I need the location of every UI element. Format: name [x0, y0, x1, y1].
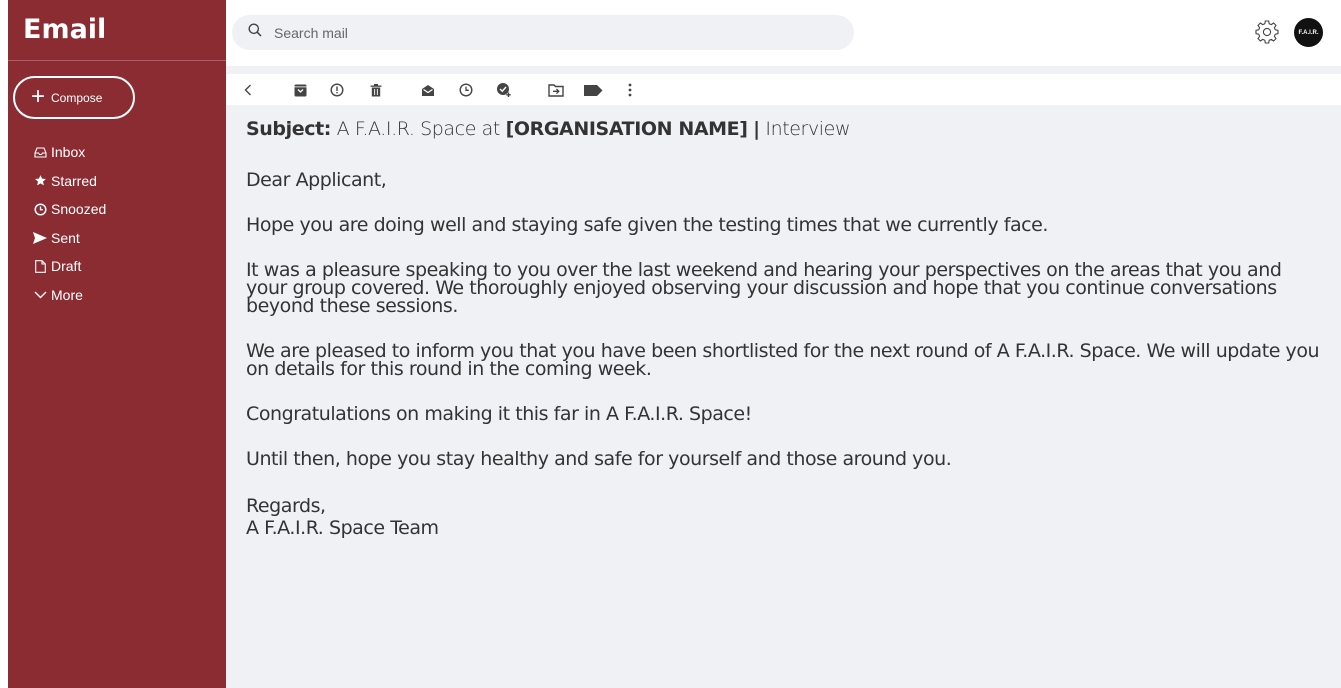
report-spam-icon[interactable]	[327, 80, 347, 100]
sidebar-item-sent[interactable]: Sent	[32, 224, 106, 253]
sidebar-item-snoozed[interactable]: Snoozed	[32, 195, 106, 224]
move-to-icon[interactable]	[546, 80, 566, 100]
sidebar: Email + Compose Inbox Starred Snoozed Se…	[8, 0, 226, 688]
paragraph: Congratulations on making it this far in…	[246, 403, 752, 425]
avatar[interactable]: F.A.I.R.	[1294, 18, 1323, 47]
sidebar-item-label: Draft	[51, 258, 82, 275]
label-icon[interactable]	[583, 80, 603, 100]
sidebar-nav: Inbox Starred Snoozed Sent Draft More	[32, 138, 106, 309]
sidebar-item-label: Starred	[51, 172, 97, 189]
delete-icon[interactable]	[366, 80, 386, 100]
top-bar: F.A.I.R.	[226, 0, 1341, 66]
star-icon	[32, 173, 48, 189]
signature: A F.A.I.R. Space Team	[246, 517, 439, 539]
file-icon	[32, 258, 48, 274]
subject-line: Subject: A F.A.I.R. Space at [ORGANISATI…	[246, 118, 1326, 140]
compose-label: Compose	[51, 90, 103, 105]
subject-org: [ORGANISATION NAME]	[505, 118, 748, 140]
subject-part1: A F.A.I.R. Space at	[336, 118, 501, 140]
mark-unread-icon[interactable]	[418, 80, 438, 100]
sidebar-item-label: Snoozed	[51, 201, 107, 218]
gear-icon[interactable]	[1255, 20, 1279, 44]
main-panel: F.A.I.R.	[226, 0, 1341, 688]
chevron-down-icon	[32, 287, 48, 303]
subject-part2: Interview	[765, 118, 851, 140]
closing: Regards,	[246, 495, 326, 517]
inbox-icon	[32, 144, 48, 160]
subject-separator: |	[753, 118, 760, 140]
sidebar-item-label: Inbox	[51, 144, 86, 161]
back-icon[interactable]	[238, 80, 258, 100]
sidebar-item-label: Sent	[51, 229, 80, 246]
search-icon	[248, 23, 262, 42]
subject-label: Subject:	[246, 118, 331, 140]
sidebar-item-starred[interactable]: Starred	[32, 167, 106, 196]
send-icon	[32, 230, 48, 246]
search-input[interactable]	[274, 24, 794, 41]
sidebar-item-inbox[interactable]: Inbox	[32, 138, 106, 167]
archive-icon[interactable]	[290, 80, 310, 100]
add-task-icon[interactable]	[494, 80, 514, 100]
compose-button[interactable]: + Compose	[13, 76, 135, 119]
app-title: Email	[23, 14, 107, 45]
plus-icon: +	[31, 82, 46, 110]
more-vert-icon[interactable]	[620, 80, 640, 100]
clock-icon	[32, 201, 48, 217]
paragraph: It was a pleasure speaking to you over t…	[246, 259, 1282, 317]
sidebar-item-draft[interactable]: Draft	[32, 252, 106, 281]
snooze-icon[interactable]	[456, 80, 476, 100]
message-body: Subject: A F.A.I.R. Space at [ORGANISATI…	[246, 118, 1326, 539]
sidebar-item-label: More	[51, 286, 83, 303]
greeting: Dear Applicant,	[246, 169, 387, 191]
sidebar-item-more[interactable]: More	[32, 281, 106, 310]
message-toolbar	[226, 74, 1341, 105]
divider	[8, 60, 226, 61]
search-bar	[232, 15, 854, 50]
paragraph: Until then, hope you stay healthy and sa…	[246, 448, 952, 470]
paragraph: Hope you are doing well and staying safe…	[246, 214, 1049, 236]
paragraph: We are pleased to inform you that you ha…	[246, 340, 1320, 380]
